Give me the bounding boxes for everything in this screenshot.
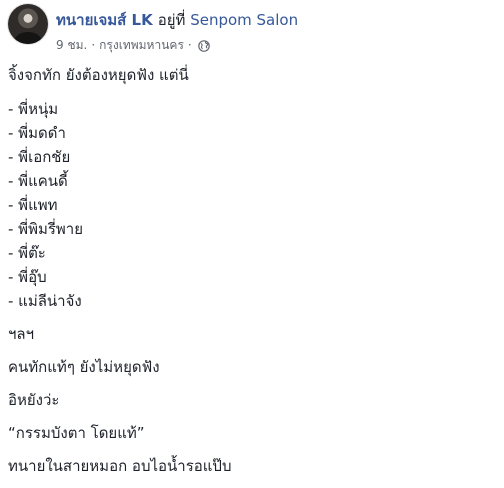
post-paragraph: อิหยังว่ะ <box>8 391 60 409</box>
globe-icon[interactable] <box>197 40 210 56</box>
post-header: ทนายเจมส์ LK อยู่ที่ Senpom Salon <box>56 10 298 30</box>
post-meta: 9 ชม. · กรุงเทพมหานคร · <box>56 37 210 56</box>
meta-separator: · <box>91 38 96 52</box>
checkin-prefix: อยู่ที่ <box>157 11 186 29</box>
post-paragraph: “กรรมบังตา โดยแท้” <box>8 424 145 442</box>
post-paragraph: คนทักแท้ๆ ยังไม่หยุดฟัง <box>8 358 160 376</box>
list-item: - พี่มดดำ <box>8 124 66 142</box>
post-paragraph: ทนายในสายหมอก อบไอน้ำรอแป๊บ <box>8 457 232 475</box>
post-intro: จิ้งจกทัก ยังต้องหยุดฟัง แต่นี่ <box>8 66 189 84</box>
author-avatar[interactable] <box>8 4 48 44</box>
list-item: - แม่ลีน่าจัง <box>8 292 82 310</box>
list-item: - พี่ต๊ะ <box>8 244 46 262</box>
author-name-link[interactable]: ทนายเจมส์ LK <box>56 11 153 29</box>
checkin-place-link[interactable]: Senpom Salon <box>190 11 298 29</box>
facebook-post: ทนายเจมส์ LK อยู่ที่ Senpom Salon 9 ชม. · ก… <box>0 0 504 475</box>
name-list: - พี่หนุ่ม - พี่มดดำ - พี่เอกชัย - พี่แค… <box>8 97 496 313</box>
list-item: - พี่เอกชัย <box>8 148 71 166</box>
list-item: - พี่แพท <box>8 196 58 214</box>
post-body: จิ้งจกทัก ยังต้องหยุดฟัง แต่นี่ - พี่หนุ… <box>8 64 496 488</box>
post-city-link[interactable]: กรุงเทพมหานคร <box>99 38 184 52</box>
list-item: - พี่แคนดี้ <box>8 172 68 190</box>
post-paragraph: ฯลฯ <box>8 325 35 343</box>
list-item: - พี่หนุ่ม <box>8 100 59 118</box>
avatar-figure <box>14 32 42 44</box>
list-item: - พี่อุ๊บ <box>8 268 47 286</box>
meta-separator: · <box>187 38 192 52</box>
list-item: - พี่พิมรี่พาย <box>8 220 83 238</box>
post-timestamp-link[interactable]: 9 ชม. <box>56 38 87 52</box>
